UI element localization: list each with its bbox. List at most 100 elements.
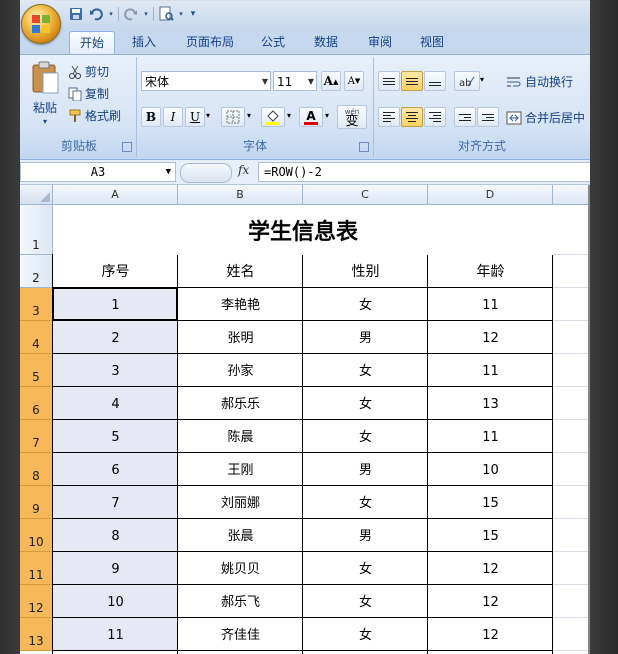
align-bottom-button[interactable] [424,71,446,91]
table-cell[interactable]: 4 [53,387,178,420]
table-cell[interactable]: 8 [53,519,178,552]
row-header[interactable]: 7 [20,420,53,453]
column-header-b[interactable]: B [178,185,303,205]
table-cell[interactable]: 陈晨 [178,420,303,453]
table-cell[interactable]: 郝乐飞 [178,585,303,618]
table-cell[interactable]: 12 [428,321,553,354]
row-header[interactable]: 6 [20,387,53,420]
table-cell[interactable]: 女 [303,552,428,585]
table-cell[interactable]: 13 [428,387,553,420]
undo-dropdown-icon[interactable]: ▾ [108,6,114,22]
align-top-button[interactable] [378,71,400,91]
table-cell[interactable]: 刘丽娜 [178,486,303,519]
italic-button[interactable]: I [163,107,183,127]
column-header-a[interactable]: A [53,185,178,205]
column-header-d[interactable]: D [428,185,553,205]
clipboard-launcher-icon[interactable] [122,142,132,152]
table-cell[interactable]: 10 [53,585,178,618]
shrink-font-button[interactable]: A ▼ [344,71,364,91]
table-cell[interactable]: 女 [303,354,428,387]
format-painter-button[interactable]: 格式刷 [68,107,121,124]
table-cell[interactable]: 11 [428,420,553,453]
tab-data[interactable]: 数据 [306,31,346,54]
row-header[interactable]: 1 [20,205,53,255]
align-left-button[interactable] [378,107,400,127]
row-header[interactable]: 13 [20,618,53,651]
row-header[interactable]: 8 [20,453,53,486]
table-cell[interactable]: 3 [53,354,178,387]
table-cell[interactable]: 15 [428,519,553,552]
name-box[interactable]: A3 ▼ [20,162,176,182]
table-header-cell[interactable]: 年龄 [428,255,553,288]
table-cell[interactable]: 男 [303,453,428,486]
table-cell[interactable]: 女 [303,618,428,651]
table-cell[interactable]: 12 [428,552,553,585]
row-header[interactable]: 3 [20,288,53,321]
office-button[interactable] [21,4,61,44]
save-icon[interactable] [68,6,84,22]
table-cell[interactable]: 15 [428,486,553,519]
table-cell[interactable]: 孙家 [178,354,303,387]
table-header-cell[interactable]: 序号 [53,255,178,288]
undo-icon[interactable] [88,6,104,22]
increase-indent-button[interactable] [477,107,499,127]
customize-icon[interactable]: ▾ [188,6,198,22]
table-cell[interactable]: 姚贝贝 [178,552,303,585]
insert-function-icon[interactable]: fx [238,163,249,177]
table-header-cell[interactable]: 姓名 [178,255,303,288]
redo-icon[interactable] [123,6,139,22]
print-preview-dropdown-icon[interactable]: ▾ [178,6,184,22]
row-header[interactable]: 2 [20,255,53,288]
select-all-corner[interactable] [20,185,53,205]
column-header-c[interactable]: C [303,185,428,205]
table-cell[interactable]: 女 [303,585,428,618]
underline-dropdown-icon[interactable]: ▾ [206,111,210,120]
tab-home[interactable]: 开始 [69,31,115,55]
table-cell[interactable]: 7 [53,486,178,519]
sheet-title[interactable]: 学生信息表 [53,205,553,255]
align-center-button[interactable] [401,107,423,127]
row-header[interactable]: 11 [20,552,53,585]
table-header-cell[interactable]: 性别 [303,255,428,288]
formula-bar-grip[interactable] [180,163,232,183]
table-cell[interactable]: 王刚 [178,453,303,486]
table-cell[interactable]: 张明 [178,321,303,354]
table-cell[interactable]: 女 [303,288,428,321]
table-cell[interactable]: 李艳艳 [178,288,303,321]
formula-input[interactable]: =ROW()-2 [258,162,590,182]
table-cell[interactable]: 5 [53,420,178,453]
grow-font-button[interactable]: A ▲ [321,71,341,91]
table-cell[interactable]: 郝乐乐 [178,387,303,420]
paste-button[interactable]: 粘贴 ▾ [28,61,62,133]
bold-button[interactable]: B [141,107,161,127]
font-size-select[interactable]: 11 ▼ [273,71,317,91]
orientation-button[interactable]: ab [454,71,480,91]
table-cell[interactable]: 男 [303,321,428,354]
table-cell[interactable]: 齐佳佳 [178,618,303,651]
align-middle-button[interactable] [401,71,423,91]
table-cell[interactable]: 女 [303,486,428,519]
fill-color-button[interactable] [261,107,285,127]
table-cell[interactable]: 11 [428,288,553,321]
print-preview-icon[interactable] [158,6,174,22]
redo-dropdown-icon[interactable]: ▾ [143,6,149,22]
table-cell[interactable]: 张晨 [178,519,303,552]
merge-center-button[interactable]: 合并后居中 [506,109,585,126]
table-cell[interactable]: 12 [428,618,553,651]
tab-review[interactable]: 审阅 [360,31,400,54]
column-header-e[interactable] [553,185,590,205]
table-cell[interactable]: 12 [428,585,553,618]
row-header[interactable]: 4 [20,321,53,354]
tab-insert[interactable]: 插入 [124,31,164,54]
font-color-button[interactable]: A [299,107,323,127]
row-header[interactable]: 5 [20,354,53,387]
table-cell[interactable]: 9 [53,552,178,585]
row-header[interactable]: 12 [20,585,53,618]
table-cell[interactable]: 10 [428,453,553,486]
cut-button[interactable]: 剪切 [68,63,109,80]
borders-button[interactable] [221,107,245,127]
table-cell[interactable]: 6 [53,453,178,486]
wrap-text-button[interactable]: 自动换行 [506,73,573,90]
font-name-select[interactable]: 宋体 ▼ [141,71,271,91]
borders-dropdown-icon[interactable]: ▾ [247,111,251,120]
